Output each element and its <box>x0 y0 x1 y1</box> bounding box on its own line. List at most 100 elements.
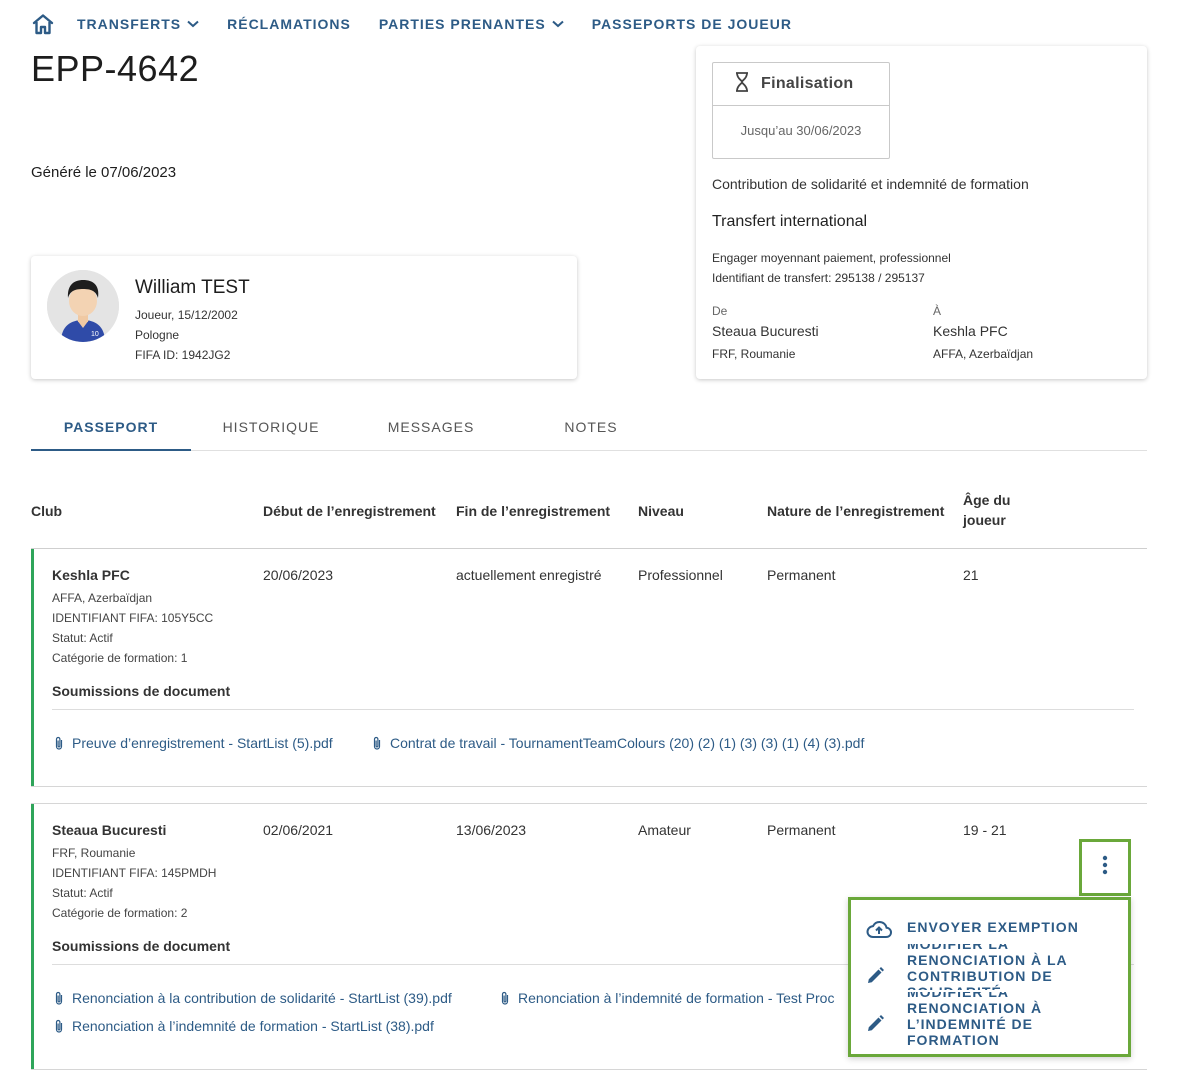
nav-item-label: TRANSFERTS <box>77 16 182 32</box>
menu-item-modifier-renonciation-indemnite[interactable]: MODIFIER LA RENONCIATION À L’INDEMNITÉ D… <box>865 992 1117 1047</box>
menu-item-label: MODIFIER LA RENONCIATION À L’INDEMNITÉ D… <box>907 992 1043 1047</box>
document-link[interactable]: Renonciation à l’indemnité de formation … <box>54 1018 434 1034</box>
row-club-name: Steaua Bucuresti <box>52 822 167 838</box>
nav-item-label: RÉCLAMATIONS <box>227 16 351 32</box>
column-header-nature: Nature de l’enregistrement <box>767 503 945 519</box>
row-start-date: 02/06/2021 <box>263 822 334 838</box>
nav-item-label: PARTIES PRENANTES <box>378 16 546 32</box>
row-age: 21 <box>963 567 979 583</box>
document-link[interactable]: Contrat de travail - TournamentTeamColou… <box>372 735 864 751</box>
row-level: Professionnel <box>638 567 723 583</box>
docs-title: Soumissions de document <box>52 683 231 699</box>
docs-divider <box>52 709 1134 710</box>
to-association: AFFA, Azerbaïdjan <box>933 347 1034 361</box>
table-row: Keshla PFC AFFA, Azerbaïdjan IDENTIFIANT… <box>31 549 1147 786</box>
generated-date: Généré le 07/06/2023 <box>31 164 177 181</box>
document-link-label: Renonciation à l’indemnité de formation … <box>518 990 835 1006</box>
from-label: De <box>712 304 728 318</box>
nav-item-passeports-de-joueur[interactable]: PASSEPORTS DE JOUEUR <box>592 16 792 32</box>
menu-item-label: MODIFIER LA RENONCIATION À LA CONTRIBUTI… <box>907 944 1068 990</box>
status-label: Finalisation <box>761 75 854 92</box>
tab-bar: PASSEPORT HISTORIQUE MESSAGES NOTES <box>31 404 1147 451</box>
avatar: 10 <box>47 270 119 342</box>
tab-historique[interactable]: HISTORIQUE <box>191 404 351 450</box>
transfer-type: Transfert international <box>712 213 868 230</box>
chevron-down-icon <box>187 20 199 28</box>
player-role-dob: Joueur, 15/12/2002 <box>135 308 238 322</box>
paperclip-icon <box>500 991 510 1006</box>
document-link-label: Renonciation à l’indemnité de formation … <box>72 1018 434 1034</box>
row-divider <box>31 1069 1147 1070</box>
top-navigation: TRANSFERTS RÉCLAMATIONS PARTIES PRENANTE… <box>31 12 820 36</box>
row-club-association: AFFA, Azerbaïdjan <box>52 591 153 605</box>
player-country: Pologne <box>135 328 180 342</box>
from-association: FRF, Roumanie <box>712 347 796 361</box>
document-link[interactable]: Renonciation à l’indemnité de formation … <box>500 990 834 1006</box>
more-options-button[interactable] <box>1079 839 1131 896</box>
engagement: Engager moyennant paiement, professionne… <box>712 251 951 265</box>
tab-label: HISTORIQUE <box>222 419 320 435</box>
document-link-label: Renonciation à la contribution de solida… <box>72 990 452 1006</box>
row-actions-menu: ENVOYER EXEMPTION MODIFIER LA RENONCIATI… <box>848 897 1131 1057</box>
row-club-category: Catégorie de formation: 1 <box>52 651 188 665</box>
column-header-end: Fin de l’enregistrement <box>456 503 611 519</box>
document-link[interactable]: Preuve d’enregistrement - StartList (5).… <box>54 735 333 751</box>
nav-item-parties-prenantes[interactable]: PARTIES PRENANTES <box>379 16 564 32</box>
tab-passeport[interactable]: PASSEPORT <box>31 404 191 451</box>
row-club-association: FRF, Roumanie <box>52 846 136 860</box>
paperclip-icon <box>54 1019 64 1034</box>
paperclip-icon <box>54 991 64 1006</box>
pencil-icon <box>865 944 895 990</box>
nav-item-label: PASSEPORTS DE JOUEUR <box>591 16 792 32</box>
row-club-status: Statut: Actif <box>52 886 113 900</box>
paperclip-icon <box>54 736 64 751</box>
player-card: 10 William TEST Joueur, 15/12/2002 Polog… <box>31 256 577 379</box>
tab-label: PASSEPORT <box>63 418 159 435</box>
status-box: Finalisation Jusqu’au 30/06/2023 <box>712 62 890 159</box>
more-vertical-icon <box>1102 855 1108 880</box>
pencil-icon <box>865 992 895 1047</box>
player-fifa-id: FIFA ID: 1942JG2 <box>135 348 231 362</box>
row-club-status: Statut: Actif <box>52 631 113 645</box>
transfer-id: Identifiant de transfert: 295138 / 29513… <box>712 271 925 285</box>
cloud-upload-icon <box>865 919 895 939</box>
document-link-label: Preuve d’enregistrement - StartList (5).… <box>72 735 333 751</box>
row-club-name: Keshla PFC <box>52 567 130 583</box>
column-header-age-line1: Âge du <box>963 492 1011 508</box>
column-header-age-line2: joueur <box>963 512 1006 528</box>
tab-notes[interactable]: NOTES <box>511 404 671 450</box>
hourglass-icon <box>735 71 749 97</box>
status-until: Jusqu’au 30/06/2023 <box>740 123 862 138</box>
from-club: Steaua Bucuresti <box>712 323 819 339</box>
docs-title: Soumissions de document <box>52 938 231 954</box>
status-header: Finalisation <box>713 63 889 106</box>
paperclip-icon <box>372 736 382 751</box>
menu-item-envoyer-exemption[interactable]: ENVOYER EXEMPTION <box>865 919 1117 939</box>
row-end-date: 13/06/2023 <box>456 822 527 838</box>
row-nature: Permanent <box>767 567 836 583</box>
nav-item-transferts[interactable]: TRANSFERTS <box>77 16 199 32</box>
claim-type: Contribution de solidarité et indemnité … <box>712 176 1029 192</box>
home-icon[interactable] <box>31 12 57 36</box>
row-end-date: actuellement enregistré <box>456 567 602 583</box>
document-link[interactable]: Renonciation à la contribution de solida… <box>54 990 452 1006</box>
tab-label: NOTES <box>564 419 618 435</box>
menu-item-modifier-renonciation-solidarite[interactable]: MODIFIER LA RENONCIATION À LA CONTRIBUTI… <box>865 944 1117 990</box>
transfer-panel: Finalisation Jusqu’au 30/06/2023 Contrib… <box>696 46 1147 379</box>
column-header-start: Début de l’enregistrement <box>263 503 436 519</box>
row-level: Amateur <box>638 822 691 838</box>
nav-item-reclamations[interactable]: RÉCLAMATIONS <box>227 16 351 32</box>
column-header-level: Niveau <box>638 503 684 519</box>
row-club-category: Catégorie de formation: 2 <box>52 906 188 920</box>
row-divider <box>31 786 1147 787</box>
document-link-label: Contrat de travail - TournamentTeamColou… <box>390 735 865 751</box>
column-header-club: Club <box>31 503 63 519</box>
row-nature: Permanent <box>767 822 836 838</box>
row-club-fifa-id: IDENTIFIANT FIFA: 145PMDH <box>52 866 217 880</box>
chevron-down-icon <box>552 20 564 28</box>
tab-messages[interactable]: MESSAGES <box>351 404 511 450</box>
player-name: William TEST <box>135 277 250 298</box>
tab-label: MESSAGES <box>387 419 475 435</box>
to-label: À <box>933 304 942 318</box>
column-header-age: Âge du joueur <box>963 490 1010 530</box>
